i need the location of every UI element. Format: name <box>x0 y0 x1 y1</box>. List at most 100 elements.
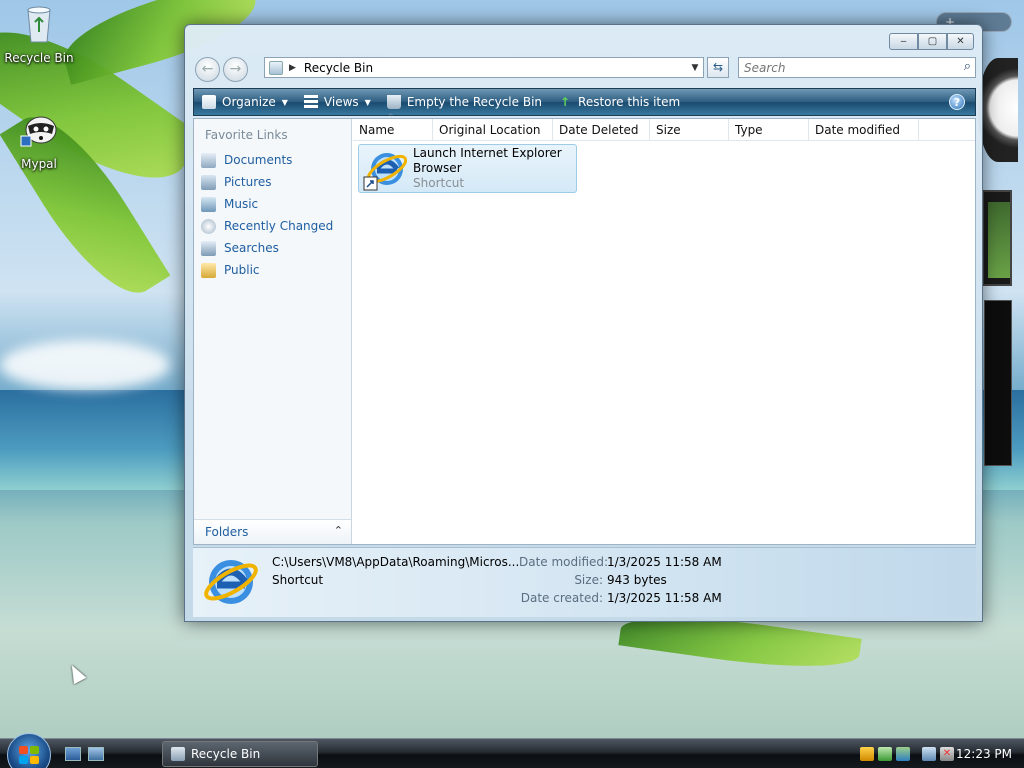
wallpaper-cloud <box>0 340 170 390</box>
breadcrumb-chevron-icon[interactable]: ▶ <box>289 63 296 73</box>
slideshow-gadget[interactable] <box>982 190 1012 286</box>
column-header-date-deleted[interactable]: Date Deleted <box>553 119 650 140</box>
desktop-icon-label: Mypal <box>21 157 57 171</box>
details-date-created-label: Date created: <box>520 591 603 605</box>
recycle-bin-small-icon <box>269 60 283 75</box>
address-dropdown-icon[interactable]: ▼ <box>687 63 703 73</box>
internet-explorer-icon <box>204 560 258 604</box>
empty-recycle-bin-label: Empty the Recycle Bin <box>406 95 543 109</box>
music-icon <box>201 196 216 212</box>
address-bar[interactable]: ▶ Recycle Bin ▼ <box>264 57 704 78</box>
column-header-date-modified[interactable]: Date modified <box>809 119 919 140</box>
chevron-down-icon: ▼ <box>281 97 288 107</box>
maximize-button[interactable]: ▢ <box>918 33 947 50</box>
nav-link-public[interactable]: Public <box>194 259 351 281</box>
file-list-pane[interactable]: Name Original Location Date Deleted Size… <box>353 113 975 544</box>
views-icon <box>303 95 318 109</box>
address-location[interactable]: Recycle Bin <box>304 61 687 75</box>
nav-link-label: Documents <box>224 153 293 167</box>
search-icon[interactable]: ⌕ <box>964 59 971 74</box>
nav-link-label: Searches <box>224 241 279 255</box>
refresh-button[interactable]: ⇆ <box>707 57 729 78</box>
recently-changed-icon <box>201 218 216 234</box>
minimize-button[interactable]: ‒ <box>889 33 918 50</box>
forward-button[interactable]: → <box>223 57 248 82</box>
details-pane: C:\Users\VM8\AppData\Roaming\Micros... S… <box>193 547 976 617</box>
organize-button[interactable]: Organize ▼ <box>194 89 296 115</box>
nav-link-label: Pictures <box>224 175 272 189</box>
details-date-created: Date created: 1/3/2025 11:58 AM <box>519 591 722 605</box>
column-header-name[interactable]: Name <box>353 113 433 140</box>
column-header-size[interactable]: Size <box>650 119 729 140</box>
explorer-body: Favorite Links Documents Pictures Music … <box>193 113 976 545</box>
mouse-cursor-icon <box>65 661 87 685</box>
views-label: Views <box>323 95 359 109</box>
favorite-links-header: Favorite Links <box>205 128 288 142</box>
details-size: Size: 943 bytes <box>519 573 667 587</box>
folders-label: Folders <box>205 525 249 539</box>
recycle-bin-small-icon <box>171 747 185 761</box>
nav-link-label: Public <box>224 263 260 277</box>
folders-toggle[interactable]: Folders ⌃ <box>194 519 351 544</box>
close-button[interactable]: ✕ <box>947 33 974 50</box>
show-desktop-icon[interactable] <box>65 747 81 761</box>
restore-item-button[interactable]: ↑ Restore this item <box>550 89 688 115</box>
column-headers: Name Original Location Date Deleted Size… <box>353 113 975 141</box>
details-date-modified-label: Date modified: <box>519 555 609 569</box>
back-button[interactable]: ← <box>195 57 220 82</box>
updates-icon[interactable] <box>896 747 910 761</box>
windows-defender-icon[interactable] <box>878 747 892 761</box>
taskbar-button-label: Recycle Bin <box>191 747 261 761</box>
notification-area: ✕ 12:23 PM <box>856 739 1024 768</box>
searches-icon <box>201 240 216 256</box>
start-button[interactable] <box>7 733 51 768</box>
command-bar: Organize ▼ Views ▼ Empty the Recycle Bin… <box>193 88 976 116</box>
windows-logo-icon <box>19 746 39 764</box>
details-date-modified-value: 1/3/2025 11:58 AM <box>607 555 722 569</box>
column-header-original-location[interactable]: Original Location <box>433 119 553 140</box>
network-icon[interactable] <box>922 747 936 761</box>
switch-windows-icon[interactable] <box>88 747 104 761</box>
security-shield-icon[interactable] <box>860 747 874 761</box>
pictures-icon <box>201 174 216 190</box>
nav-link-pictures[interactable]: Pictures <box>194 171 351 193</box>
details-size-label: Size: <box>574 573 603 587</box>
desktop-icon-label: Recycle Bin <box>4 51 74 65</box>
taskbar-clock[interactable]: 12:23 PM <box>956 747 1012 761</box>
clock-gadget[interactable] <box>978 58 1018 162</box>
internet-explorer-icon <box>363 153 407 191</box>
taskbar-recycle-bin-button[interactable]: Recycle Bin <box>162 741 318 767</box>
nav-link-searches[interactable]: Searches <box>194 237 351 259</box>
nav-link-label: Recently Changed <box>224 219 334 233</box>
recycle-bin-small-icon <box>386 95 401 109</box>
desktop-icon-mypal[interactable]: Mypal <box>1 110 77 171</box>
organize-label: Organize <box>222 95 276 109</box>
chevron-down-icon: ▼ <box>364 97 371 107</box>
search-input[interactable] <box>739 58 949 77</box>
window-controls: ‒ ▢ ✕ <box>889 33 974 50</box>
column-header-type[interactable]: Type <box>729 119 809 140</box>
details-date-modified: Date modified:1/3/2025 11:58 AM <box>519 555 722 569</box>
nav-link-music[interactable]: Music <box>194 193 351 215</box>
file-item[interactable]: Launch Internet Explorer Browser Shortcu… <box>358 144 577 193</box>
recycle-bin-icon <box>27 6 51 43</box>
feed-gadget[interactable] <box>984 300 1012 466</box>
nav-link-recently-changed[interactable]: Recently Changed <box>194 215 351 237</box>
search-box[interactable]: ⌕ <box>738 57 976 78</box>
details-path: C:\Users\VM8\AppData\Roaming\Micros... <box>272 555 520 569</box>
public-folder-icon <box>201 262 216 278</box>
file-type: Shortcut <box>413 176 465 190</box>
navigation-pane: Favorite Links Documents Pictures Music … <box>194 119 352 544</box>
details-size-value: 943 bytes <box>607 573 667 587</box>
details-date-created-value: 1/3/2025 11:58 AM <box>607 591 722 605</box>
views-button[interactable]: Views ▼ <box>296 89 379 115</box>
restore-arrow-icon: ↑ <box>559 95 571 109</box>
empty-recycle-bin-button[interactable]: Empty the Recycle Bin <box>379 89 550 115</box>
recycle-bin-window[interactable]: ‒ ▢ ✕ ← → ▶ Recycle Bin ▼ ⇆ ⌕ Organize ▼… <box>184 24 983 622</box>
help-icon[interactable]: ? <box>949 94 965 110</box>
nav-link-documents[interactable]: Documents <box>194 149 351 171</box>
volume-muted-icon[interactable]: ✕ <box>940 747 954 761</box>
taskbar: Recycle Bin ✕ 12:23 PM <box>0 733 1024 768</box>
navigation-bar: ← → ▶ Recycle Bin ▼ ⇆ ⌕ <box>193 55 976 82</box>
desktop-icon-recycle-bin[interactable]: Recycle Bin <box>1 4 77 65</box>
